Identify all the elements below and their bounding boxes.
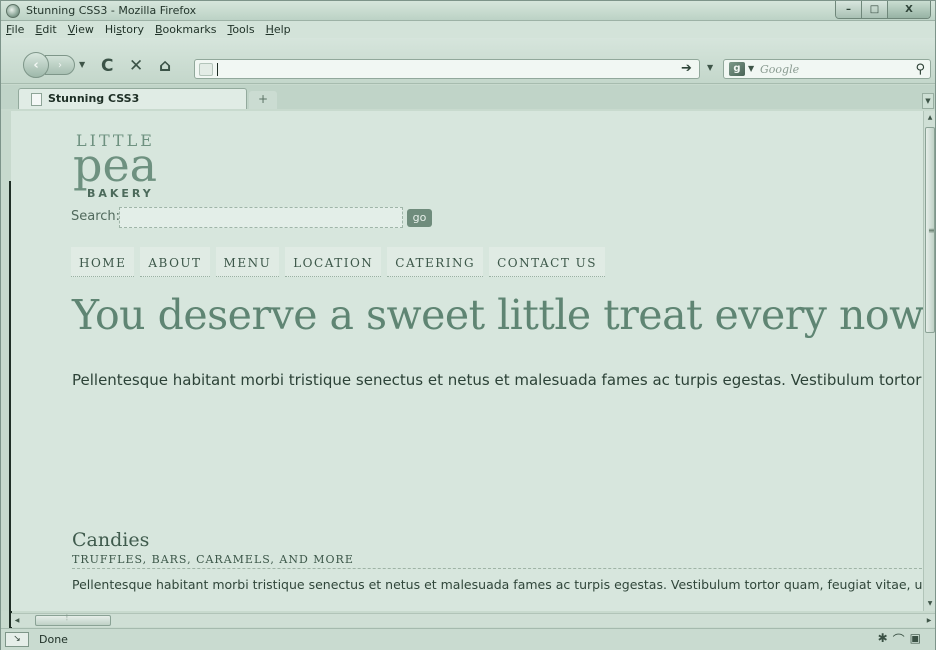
vertical-scrollbar[interactable]: ▲ ≡ ▼ xyxy=(923,111,935,611)
site-search-input[interactable] xyxy=(119,207,403,228)
status-indicators: ✱ ⌒ ▣ xyxy=(878,631,921,648)
menu-history[interactable]: History xyxy=(105,23,144,36)
forward-button[interactable]: › xyxy=(45,55,75,75)
menu-edit[interactable]: Edit xyxy=(35,23,56,36)
main-navigation: HOME ABOUT MENU LOCATION CATERING CONTAC… xyxy=(71,247,605,277)
menu-tools[interactable]: Tools xyxy=(227,23,254,36)
search-box[interactable]: g ▼ Google ⚲ xyxy=(723,59,931,79)
go-arrow-icon[interactable]: ➔ xyxy=(681,61,692,76)
history-dropdown-icon[interactable]: ▼ xyxy=(79,60,85,69)
home-icon[interactable]: ⌂ xyxy=(159,58,171,75)
horizontal-scrollbar[interactable]: ◀ ⦙ ▶ xyxy=(11,613,935,627)
section-subtitle: TRUFFLES, BARS, CARAMELS, AND MORE xyxy=(72,553,923,569)
connection-icon[interactable]: ⌒ xyxy=(893,631,905,648)
vertical-scroll-thumb[interactable]: ≡ xyxy=(925,127,935,333)
search-placeholder: Google xyxy=(760,63,800,76)
scroll-right-arrow-icon[interactable]: ▶ xyxy=(923,614,935,627)
page-info-icon[interactable]: ▣ xyxy=(910,631,921,648)
maximize-button[interactable]: □ xyxy=(862,1,888,18)
nav-about[interactable]: ABOUT xyxy=(140,247,210,277)
menu-help[interactable]: Help xyxy=(266,23,291,36)
browser-window: Stunning CSS3 - Mozilla Firefox – □ X Fi… xyxy=(0,0,936,650)
menu-view[interactable]: View xyxy=(68,23,94,36)
tab-bar: Stunning CSS3 + ▼ xyxy=(1,85,935,109)
menu-bar: File Edit View History Bookmarks Tools H… xyxy=(1,21,935,38)
navigation-toolbar: › ‹ ▼ C ✕ ⌂ ➔ ▼ g ▼ Google ⚲ xyxy=(1,38,935,84)
page-favicon-icon xyxy=(199,63,213,76)
stop-icon[interactable]: ✕ xyxy=(129,58,143,75)
section-title: Candies xyxy=(72,529,150,551)
back-forward-group: › ‹ ▼ xyxy=(23,52,85,78)
reload-icon[interactable]: C xyxy=(101,58,113,75)
scroll-down-arrow-icon[interactable]: ▼ xyxy=(924,597,936,611)
back-button[interactable]: ‹ xyxy=(23,52,49,78)
scroll-grip-icon: ⦙ xyxy=(66,613,68,622)
magnifier-icon[interactable]: ⚲ xyxy=(915,62,925,77)
menu-file[interactable]: File xyxy=(6,23,24,36)
nav-catering[interactable]: CATERING xyxy=(387,247,484,277)
logo-pea[interactable]: pea xyxy=(73,139,157,191)
nav-menu[interactable]: MENU xyxy=(215,247,280,277)
firefox-icon xyxy=(6,4,20,18)
new-tab-button[interactable]: + xyxy=(249,91,277,109)
page-viewport: LITTLE pea BAKERY Search: go HOME ABOUT … xyxy=(11,111,923,611)
window-title: Stunning CSS3 - Mozilla Firefox xyxy=(26,4,197,17)
tab-label: Stunning CSS3 xyxy=(48,92,140,105)
nav-location[interactable]: LOCATION xyxy=(285,247,382,277)
tab-list-dropdown-icon[interactable]: ▼ xyxy=(922,93,934,109)
search-engine-icon[interactable]: g xyxy=(729,62,745,76)
web-page: LITTLE pea BAKERY Search: go HOME ABOUT … xyxy=(11,111,923,611)
section-body: Pellentesque habitant morbi tristique se… xyxy=(72,577,923,592)
url-bar[interactable] xyxy=(194,59,700,79)
scroll-left-arrow-icon[interactable]: ◀ xyxy=(11,614,23,627)
status-monitor-icon[interactable]: ↘ xyxy=(5,632,29,647)
menu-bookmarks[interactable]: Bookmarks xyxy=(155,23,216,36)
hero-heading: You deserve a sweet little treat every n… xyxy=(72,291,923,339)
title-bar: Stunning CSS3 - Mozilla Firefox – □ X xyxy=(1,1,935,21)
close-button[interactable]: X xyxy=(888,1,930,18)
nav-contact-us[interactable]: CONTACT US xyxy=(489,247,605,277)
minimize-button[interactable]: – xyxy=(836,1,862,18)
lead-paragraph: Pellentesque habitant morbi tristique se… xyxy=(72,371,922,389)
addon-bug-icon[interactable]: ✱ xyxy=(878,631,888,648)
tab-stunning-css3[interactable]: Stunning CSS3 xyxy=(18,88,247,109)
horizontal-scroll-thumb[interactable]: ⦙ xyxy=(35,613,111,626)
search-engine-dropdown-icon[interactable]: ▼ xyxy=(748,64,754,73)
status-bar: ↘ Done ✱ ⌒ ▣ xyxy=(1,628,935,650)
scroll-up-arrow-icon[interactable]: ▲ xyxy=(924,111,936,125)
logo-bakery[interactable]: BAKERY xyxy=(87,187,154,200)
scroll-grip-icon: ≡ xyxy=(928,226,935,235)
nav-home[interactable]: HOME xyxy=(71,247,135,277)
window-left-edge xyxy=(1,111,12,641)
site-search-go-button[interactable]: go xyxy=(407,209,432,227)
search-label: Search: xyxy=(71,209,121,224)
text-cursor xyxy=(217,63,218,76)
url-dropdown-icon[interactable]: ▼ xyxy=(707,63,713,72)
window-controls: – □ X xyxy=(835,1,931,19)
status-text: Done xyxy=(39,633,68,646)
tab-favicon-icon xyxy=(31,93,42,106)
